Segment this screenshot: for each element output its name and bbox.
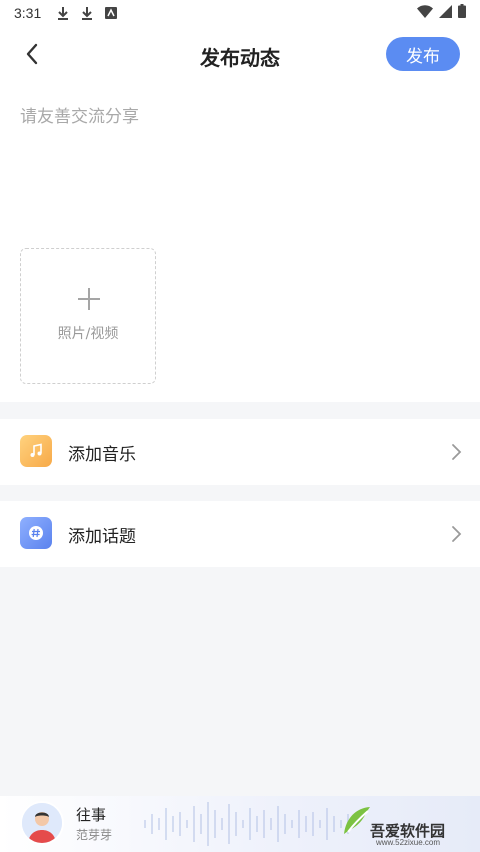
download-icon [79, 5, 95, 21]
chevron-right-icon [452, 526, 462, 542]
watermark: 吾爱软件园 www.52zixue.com [340, 798, 472, 850]
watermark-logo [344, 807, 370, 834]
topic-hashtag-icon [20, 517, 52, 549]
add-music-row[interactable]: 添加音乐 [0, 419, 480, 485]
add-topic-row[interactable]: 添加话题 [0, 501, 480, 567]
publish-button[interactable]: 发布 [386, 37, 460, 71]
music-note-icon [20, 435, 52, 467]
chevron-left-icon [26, 43, 38, 65]
watermark-url: www.52zixue.com [376, 838, 441, 847]
chevron-right-icon [452, 444, 462, 460]
status-bar: 3:31 [0, 0, 480, 26]
song-artist: 范芽芽 [76, 828, 113, 842]
battery-icon [458, 4, 466, 22]
add-media-label: 照片/视频 [57, 326, 119, 342]
status-time: 3:31 [14, 5, 42, 21]
post-content-input[interactable] [20, 102, 460, 232]
app-notification-icon [103, 5, 119, 21]
add-media-button[interactable]: 照片/视频 [20, 248, 156, 384]
wifi-icon [417, 4, 433, 22]
mini-player[interactable]: 往事 范芽芽 吾爱软件园 www.52zixue.com [0, 796, 480, 852]
compose-area: 照片/视频 [0, 82, 480, 402]
add-topic-label: 添加话题 [68, 527, 136, 547]
artist-avatar [20, 801, 64, 845]
add-music-label: 添加音乐 [68, 445, 136, 465]
status-indicators [417, 4, 466, 22]
song-title: 往事 [76, 806, 107, 824]
signal-icon [439, 4, 452, 22]
plus-icon [78, 288, 100, 310]
back-button[interactable] [14, 38, 50, 70]
download-icon [55, 5, 71, 21]
header: 发布动态 发布 [0, 26, 480, 82]
